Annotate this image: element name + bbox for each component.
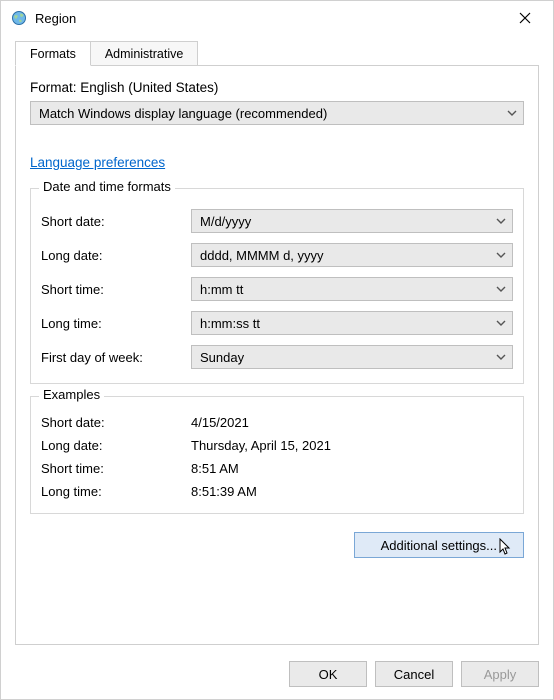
apply-button[interactable]: Apply: [461, 661, 539, 687]
long-date-value: dddd, MMMM d, yyyy: [200, 248, 324, 263]
example-short-time-value: 8:51 AM: [191, 461, 513, 476]
window-title: Region: [35, 11, 505, 26]
long-time-value: h:mm:ss tt: [200, 316, 260, 331]
first-day-value: Sunday: [200, 350, 244, 365]
short-date-selector[interactable]: M/d/yyyy: [191, 209, 513, 233]
cursor-icon: [499, 538, 513, 559]
short-time-value: h:mm tt: [200, 282, 243, 297]
example-short-date-label: Short date:: [41, 415, 191, 430]
first-day-selector[interactable]: Sunday: [191, 345, 513, 369]
examples-group: Examples Short date: 4/15/2021 Long date…: [30, 396, 524, 514]
short-date-value: M/d/yyyy: [200, 214, 251, 229]
ok-button[interactable]: OK: [289, 661, 367, 687]
tab-administrative[interactable]: Administrative: [90, 41, 199, 66]
format-label: Format: English (United States): [30, 80, 524, 95]
format-selector-value: Match Windows display language (recommen…: [39, 106, 327, 121]
format-selector[interactable]: Match Windows display language (recommen…: [30, 101, 524, 125]
globe-icon: [11, 10, 27, 26]
inner-footer: Additional settings...: [30, 532, 524, 558]
language-preferences-link[interactable]: Language preferences: [30, 155, 165, 170]
tab-strip: Formats Administrative: [1, 35, 553, 66]
chevron-down-icon: [496, 284, 506, 294]
tab-formats[interactable]: Formats: [15, 41, 91, 66]
chevron-down-icon: [507, 108, 517, 118]
additional-settings-label: Additional settings...: [381, 538, 497, 553]
dialog-footer: OK Cancel Apply: [1, 653, 553, 699]
close-button[interactable]: [505, 4, 545, 32]
close-icon: [519, 12, 531, 24]
long-date-label: Long date:: [41, 248, 191, 263]
date-time-formats-legend: Date and time formats: [39, 179, 175, 194]
chevron-down-icon: [496, 318, 506, 328]
cancel-button[interactable]: Cancel: [375, 661, 453, 687]
first-day-label: First day of week:: [41, 350, 191, 365]
long-time-label: Long time:: [41, 316, 191, 331]
short-time-selector[interactable]: h:mm tt: [191, 277, 513, 301]
long-date-selector[interactable]: dddd, MMMM d, yyyy: [191, 243, 513, 267]
short-date-label: Short date:: [41, 214, 191, 229]
example-long-date-label: Long date:: [41, 438, 191, 453]
tab-content-formats: Format: English (United States) Match Wi…: [15, 66, 539, 645]
chevron-down-icon: [496, 216, 506, 226]
short-time-label: Short time:: [41, 282, 191, 297]
long-time-selector[interactable]: h:mm:ss tt: [191, 311, 513, 335]
example-long-time-label: Long time:: [41, 484, 191, 499]
examples-legend: Examples: [39, 387, 104, 402]
date-time-formats-group: Date and time formats Short date: M/d/yy…: [30, 188, 524, 384]
additional-settings-button[interactable]: Additional settings...: [354, 532, 524, 558]
example-short-time-label: Short time:: [41, 461, 191, 476]
example-long-time-value: 8:51:39 AM: [191, 484, 513, 499]
format-current-language: English (United States): [80, 80, 218, 95]
example-short-date-value: 4/15/2021: [191, 415, 513, 430]
format-label-prefix: Format:: [30, 80, 80, 95]
titlebar: Region: [1, 1, 553, 35]
chevron-down-icon: [496, 352, 506, 362]
chevron-down-icon: [496, 250, 506, 260]
region-dialog: Region Formats Administrative Format: En…: [0, 0, 554, 700]
example-long-date-value: Thursday, April 15, 2021: [191, 438, 513, 453]
